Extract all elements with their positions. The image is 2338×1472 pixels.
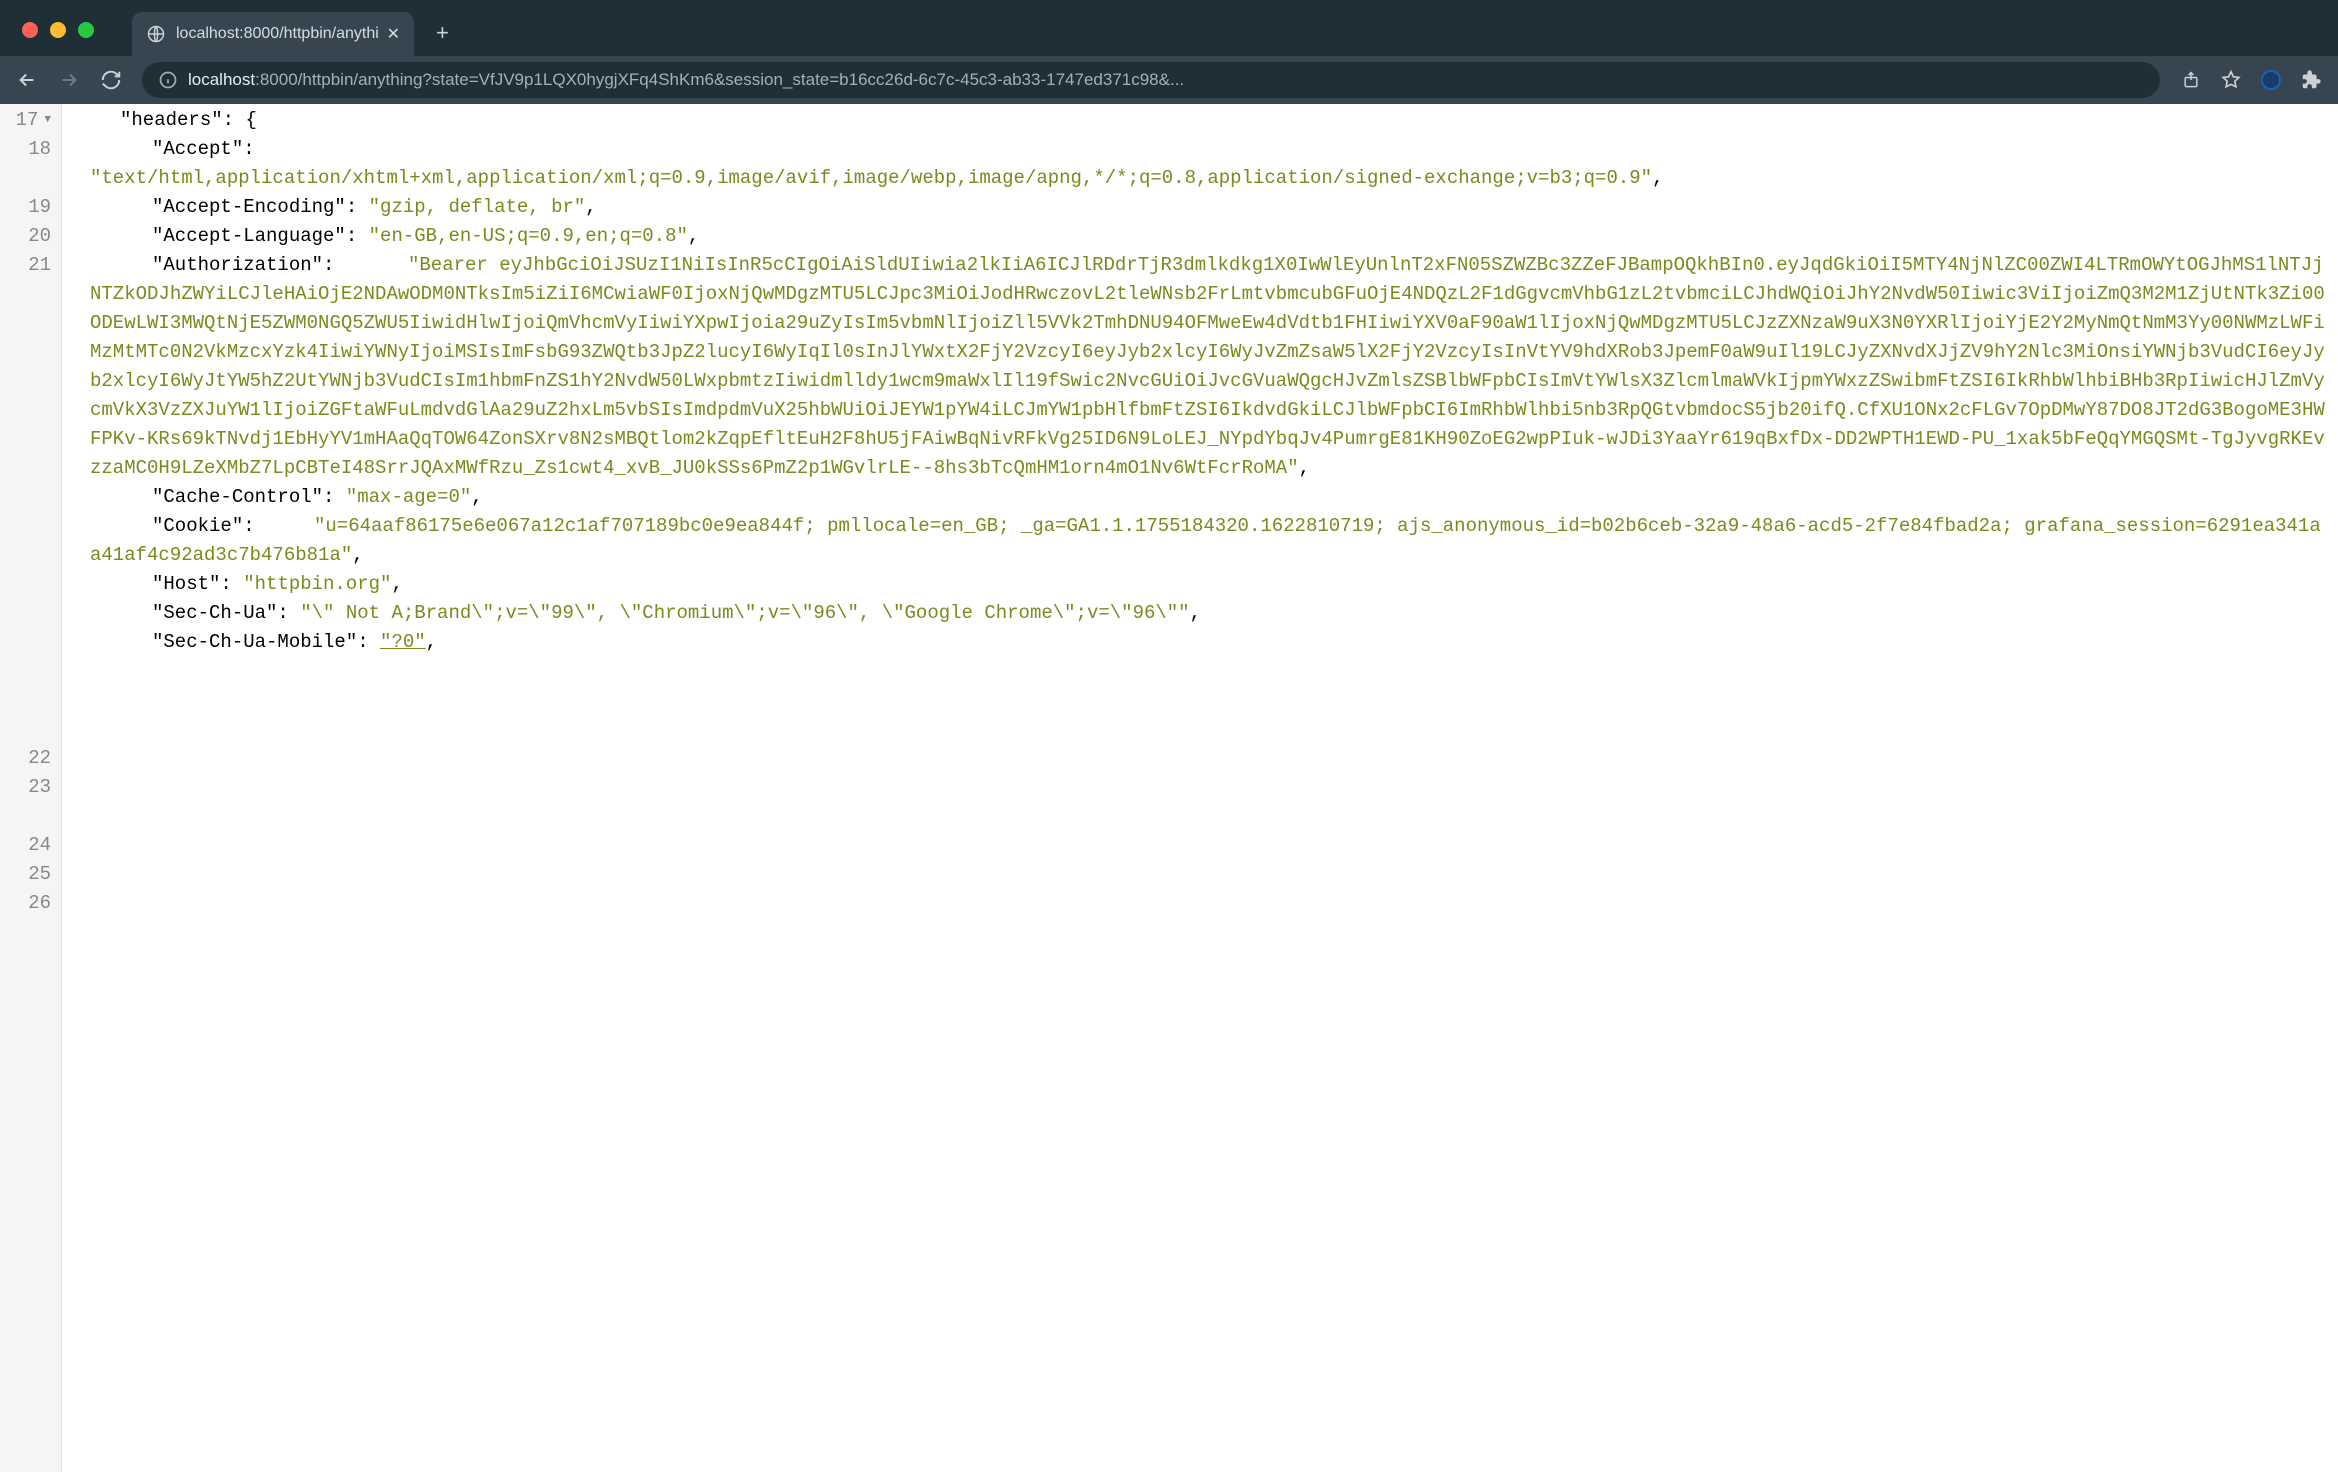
line-number: 17 <box>16 106 39 135</box>
reload-button[interactable] <box>100 69 122 91</box>
json-key: "Accept-Encoding" <box>152 196 346 218</box>
line-number: 19 <box>0 193 51 222</box>
json-key: "Sec-Ch-Ua" <box>152 602 277 624</box>
json-value: "?0" <box>380 631 426 653</box>
json-key: "Cache-Control" <box>152 486 323 508</box>
toolbar-right <box>2180 69 2322 91</box>
window-controls <box>0 22 94 56</box>
json-value: "gzip, deflate, br" <box>369 196 586 218</box>
tab-title: localhost:8000/httpbin/anythin <box>176 25 379 43</box>
bookmark-star-icon[interactable] <box>2220 69 2242 91</box>
browser-tab[interactable]: localhost:8000/httpbin/anythin ✕ <box>132 12 414 56</box>
tab-close-icon[interactable]: ✕ <box>387 24 400 44</box>
json-key: "Host" <box>152 573 220 595</box>
page-content: 17▼ 18 19 20 21 22 23 24 25 26 "headers"… <box>0 104 2338 1472</box>
fold-icon[interactable]: ▼ <box>44 106 51 135</box>
url-text: localhost:8000/httpbin/anything?state=Vf… <box>188 70 2144 90</box>
json-key: "Authorization" <box>152 254 323 276</box>
json-key: "Accept" <box>152 138 243 160</box>
json-value: "Bearer eyJhbGciOiJSUzI1NiIsInR5cCIgOiAi… <box>90 251 2326 483</box>
line-number: 22 <box>0 744 51 773</box>
extension-badge[interactable] <box>2260 69 2282 91</box>
line-number: 25 <box>0 860 51 889</box>
extensions-icon[interactable] <box>2300 69 2322 91</box>
line-number: 23 <box>0 773 51 802</box>
minimize-window-button[interactable] <box>50 22 66 38</box>
line-number: 18 <box>0 135 51 164</box>
site-info-icon[interactable] <box>158 70 178 90</box>
json-value: "u=64aaf86175e6e067a12c1af707189bc0e9ea8… <box>90 512 2326 570</box>
json-viewer[interactable]: "headers": { "Accept": "text/html,applic… <box>62 104 2338 1472</box>
json-value: "httpbin.org" <box>243 573 391 595</box>
browser-titlebar: localhost:8000/httpbin/anythin ✕ + <box>0 0 2338 56</box>
json-value: "text/html,application/xhtml+xml,applica… <box>90 164 2326 193</box>
line-number: 20 <box>0 222 51 251</box>
address-bar-row: localhost:8000/httpbin/anything?state=Vf… <box>0 56 2338 104</box>
close-window-button[interactable] <box>22 22 38 38</box>
maximize-window-button[interactable] <box>78 22 94 38</box>
json-key: "Cookie" <box>152 515 243 537</box>
json-key: "Sec-Ch-Ua-Mobile" <box>152 631 357 653</box>
forward-button[interactable] <box>58 69 80 91</box>
line-number: 21 <box>0 251 51 280</box>
json-value: "\" Not A;Brand\";v=\"99\", \"Chromium\"… <box>300 602 1189 624</box>
line-number: 24 <box>0 831 51 860</box>
back-button[interactable] <box>16 69 38 91</box>
json-key: "headers" <box>120 109 223 131</box>
address-bar[interactable]: localhost:8000/httpbin/anything?state=Vf… <box>142 62 2160 98</box>
line-number: 26 <box>0 889 51 918</box>
line-number-gutter: 17▼ 18 19 20 21 22 23 24 25 26 <box>0 104 62 1472</box>
share-icon[interactable] <box>2180 69 2202 91</box>
globe-icon <box>146 24 166 44</box>
json-value: "max-age=0" <box>346 486 471 508</box>
json-value: "en-GB,en-US;q=0.9,en;q=0.8" <box>369 225 688 247</box>
new-tab-button[interactable]: + <box>436 20 449 56</box>
json-key: "Accept-Language" <box>152 225 346 247</box>
